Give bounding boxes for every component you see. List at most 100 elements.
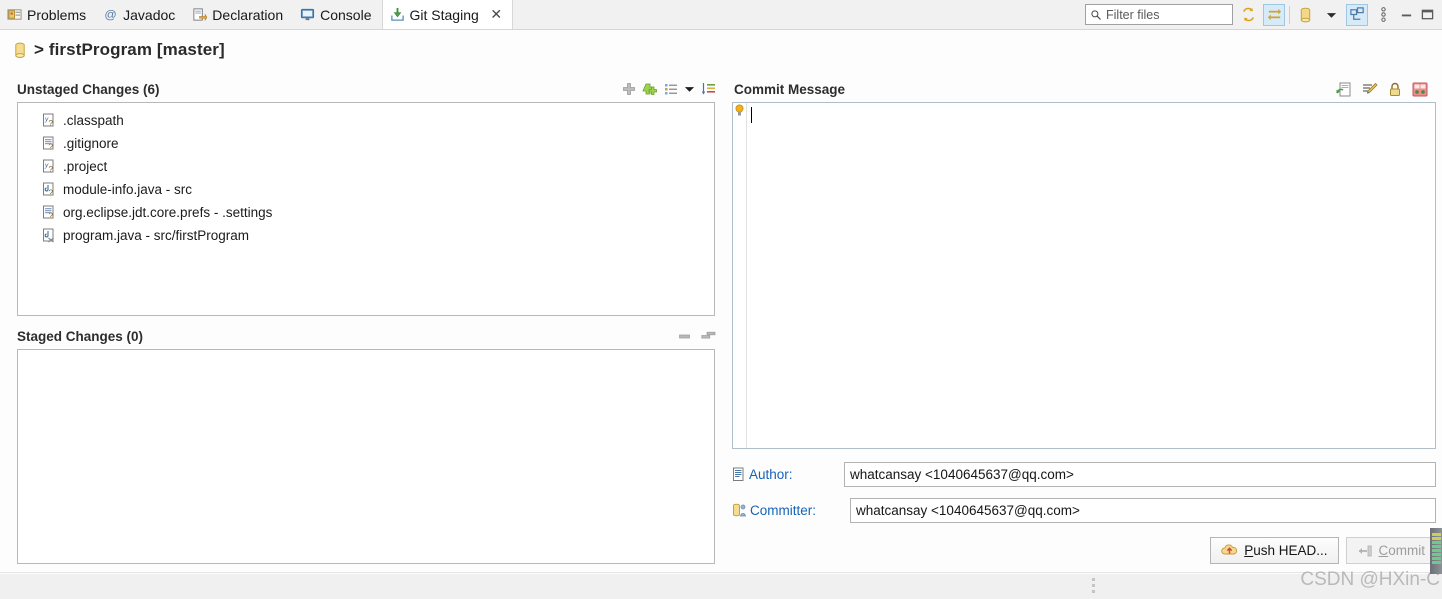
commit-message-toolbar	[1336, 82, 1436, 97]
list-item[interactable]: ? org.eclipse.jdt.core.prefs - .settings	[18, 201, 714, 224]
remove-selected-icon[interactable]	[678, 330, 692, 342]
maximize-icon[interactable]	[1419, 7, 1436, 23]
tab-javadoc[interactable]: @ Javadoc	[96, 0, 185, 29]
author-label-group: Author:	[732, 467, 844, 482]
git-staging-icon	[390, 7, 405, 22]
console-icon	[300, 7, 315, 22]
list-item[interactable]: ? module-info.java - src	[18, 178, 714, 201]
bottom-divider	[0, 572, 1442, 573]
close-icon[interactable]: ✕	[490, 7, 503, 21]
commit-message-input[interactable]	[732, 102, 1436, 449]
committer-icon	[732, 503, 747, 518]
chevron-down-icon[interactable]	[1320, 4, 1342, 26]
git-staging-view: Problems @ Javadoc Declaration Console G…	[0, 0, 1442, 599]
list-item[interactable]: y ? .project	[18, 155, 714, 178]
tab-label: Problems	[27, 6, 87, 23]
push-head-button[interactable]: PPush HEAD...ush HEAD...	[1210, 537, 1339, 564]
tab-declaration[interactable]: Declaration	[185, 0, 293, 29]
filter-files-input[interactable]: Filter files	[1085, 4, 1233, 25]
commit-icon	[1357, 544, 1373, 558]
tab-problems[interactable]: Problems	[0, 0, 96, 29]
unstaged-changes-list[interactable]: y ? .classpath ? .gitignore y ? .project…	[17, 102, 715, 316]
remove-all-icon[interactable]	[701, 330, 716, 342]
presentation-icon[interactable]	[1346, 3, 1368, 26]
author-row: Author: whatcansay <1040645637@qq.com>	[732, 461, 1436, 487]
add-all-icon[interactable]	[642, 82, 658, 96]
add-signed-off-by-icon[interactable]	[1362, 82, 1378, 97]
view-menu-icon[interactable]	[1372, 4, 1394, 26]
push-icon	[1221, 543, 1238, 558]
watermark: CSDN @HXin-C	[1300, 569, 1440, 590]
svg-text:?: ?	[49, 119, 54, 128]
commit-button[interactable]: Commit	[1345, 537, 1436, 564]
tab-label: Git Staging	[409, 6, 479, 23]
commit-label: Commit	[1378, 543, 1426, 558]
classpath-file-icon: y ?	[42, 159, 56, 174]
svg-text:?: ?	[49, 143, 54, 152]
changes-column: Unstaged Changes (6) y ? .classpath ? .g…	[0, 76, 722, 571]
unstaged-toolbar	[622, 82, 716, 96]
file-name: .classpath	[63, 113, 124, 128]
file-name: org.eclipse.jdt.core.prefs - .settings	[63, 205, 273, 220]
add-change-id-icon[interactable]	[1412, 82, 1428, 97]
text-file-icon: ?	[42, 205, 56, 220]
compare-mode-icon[interactable]	[1263, 3, 1285, 26]
sign-commit-icon[interactable]	[1388, 82, 1402, 97]
declaration-icon	[192, 7, 208, 22]
quick-fix-marker-icon	[734, 104, 745, 117]
search-icon	[1090, 9, 1102, 21]
refresh-icon[interactable]	[1237, 4, 1259, 26]
committer-row: Committer: whatcansay <1040645637@qq.com…	[732, 497, 1436, 523]
svg-text:@: @	[104, 7, 116, 21]
view-tab-bar: Problems @ Javadoc Declaration Console G…	[0, 0, 1442, 30]
author-input[interactable]: whatcansay <1040645637@qq.com>	[844, 461, 1436, 487]
repository-icon	[13, 42, 27, 59]
sash-handle[interactable]	[1092, 578, 1095, 593]
commit-column: Commit Message Author: whatcansay <10406…	[726, 76, 1442, 571]
tab-label: Declaration	[212, 6, 284, 23]
svg-text:?: ?	[49, 189, 54, 198]
staged-changes-header: Staged Changes (0)	[0, 323, 722, 349]
sort-icon[interactable]	[701, 82, 716, 96]
chevron-down-icon[interactable]	[684, 85, 695, 93]
commit-message-ruler	[733, 103, 747, 448]
file-name: module-info.java - src	[63, 182, 193, 197]
svg-text:?: ?	[49, 165, 54, 174]
tab-git-staging[interactable]: Git Staging ✕	[381, 0, 513, 29]
push-head-label: PPush HEAD...ush HEAD...	[1244, 543, 1328, 558]
commit-message-text[interactable]	[747, 103, 1435, 448]
file-name: program.java - src/firstProgram	[63, 228, 250, 243]
minimize-icon[interactable]	[1398, 7, 1415, 23]
tab-label: Javadoc	[123, 6, 176, 23]
committer-input[interactable]: whatcansay <1040645637@qq.com>	[850, 497, 1436, 523]
text-file-icon: ?	[42, 136, 56, 151]
commit-actions: PPush HEAD...ush HEAD... Commit	[732, 537, 1436, 564]
repository-header: > firstProgram [master]	[0, 31, 1442, 69]
classpath-file-icon: y ?	[42, 113, 56, 128]
staged-changes-title: Staged Changes (0)	[17, 328, 144, 344]
committer-value: whatcansay <1040645637@qq.com>	[856, 502, 1080, 518]
amend-commit-icon[interactable]	[1336, 82, 1352, 97]
tab-console[interactable]: Console	[293, 0, 381, 29]
unstaged-changes-title: Unstaged Changes (6)	[17, 81, 160, 97]
add-selected-icon[interactable]	[622, 82, 636, 96]
svg-text:?: ?	[49, 212, 54, 221]
list-item[interactable]: program.java - src/firstProgram	[18, 224, 714, 247]
file-name: .project	[63, 159, 108, 174]
repository-label: > firstProgram [master]	[34, 40, 225, 59]
view-toolbar: Filter files	[1085, 0, 1442, 29]
text-caret	[751, 107, 752, 123]
committer-label-group: Committer:	[732, 503, 850, 518]
unstaged-changes-header: Unstaged Changes (6)	[0, 76, 722, 102]
filter-files-placeholder: Filter files	[1106, 7, 1160, 22]
author-icon	[732, 467, 746, 482]
repository-icon[interactable]	[1294, 4, 1316, 26]
list-item[interactable]: y ? .classpath	[18, 109, 714, 132]
author-label: Author:	[749, 466, 793, 482]
list-item[interactable]: ? .gitignore	[18, 132, 714, 155]
java-module-icon: ?	[42, 182, 56, 197]
list-presentation-icon[interactable]	[664, 82, 678, 96]
staged-changes-list[interactable]	[17, 349, 715, 564]
commit-message-header: Commit Message	[726, 76, 1442, 102]
staged-toolbar	[678, 330, 716, 342]
